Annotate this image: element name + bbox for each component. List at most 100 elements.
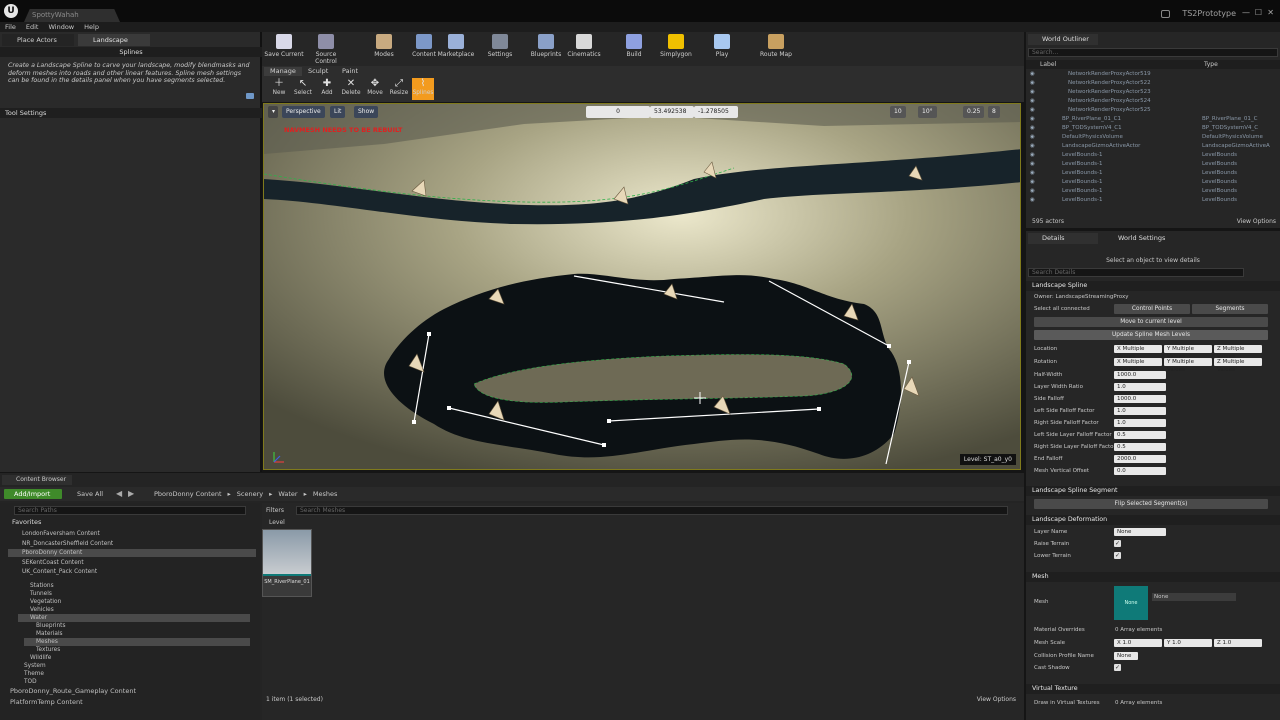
- menu-help[interactable]: Help: [84, 22, 99, 32]
- prop-value-field[interactable]: 1.0: [1114, 383, 1166, 391]
- toolbar-button-9[interactable]: Simplygon: [654, 34, 698, 64]
- favorite-item[interactable]: LondonFaversham Content: [8, 530, 256, 538]
- visibility-eye-icon[interactable]: ◉: [1030, 187, 1035, 196]
- document-tab[interactable]: SpottyWahah: [24, 9, 120, 22]
- show-button[interactable]: Show: [354, 106, 379, 118]
- lower-terrain-checkbox[interactable]: ✓: [1114, 552, 1121, 559]
- breadcrumb-meshes[interactable]: Meshes: [313, 490, 338, 498]
- help-icon[interactable]: [246, 93, 254, 99]
- visibility-eye-icon[interactable]: ◉: [1030, 169, 1035, 178]
- folder-item[interactable]: Textures: [24, 646, 250, 654]
- visibility-eye-icon[interactable]: ◉: [1030, 70, 1035, 79]
- visibility-eye-icon[interactable]: ◉: [1030, 106, 1035, 115]
- breadcrumb-scenery[interactable]: Scenery: [237, 490, 263, 498]
- rotation-x-field[interactable]: X Multiple Values: [1114, 358, 1162, 373]
- virtual-texture-section[interactable]: Virtual Texture: [1026, 684, 1280, 694]
- toolbar-button-1[interactable]: Source Control: [304, 34, 348, 65]
- save-all-button[interactable]: Save All: [76, 489, 103, 499]
- visibility-eye-icon[interactable]: ◉: [1030, 88, 1035, 97]
- outliner-row[interactable]: ◉ BP_RiverPlane_01_C1 BP_RiverPlane_01_C: [1026, 115, 1274, 124]
- location-y-field[interactable]: Y Multiple Values: [1164, 345, 1212, 360]
- tool-splines[interactable]: ⌇ Splines: [412, 78, 434, 100]
- cast-shadow-checkbox[interactable]: ✓: [1114, 664, 1121, 671]
- visibility-eye-icon[interactable]: ◉: [1030, 115, 1035, 124]
- outliner-row[interactable]: ◉ LandscapeGizmoActiveActor LandscapeGizmo…: [1026, 142, 1274, 151]
- visibility-eye-icon[interactable]: ◉: [1030, 124, 1035, 133]
- favorite-item[interactable]: SEKentCoast Content: [8, 559, 256, 567]
- toolbar-button-4[interactable]: Marketplace: [434, 34, 478, 64]
- folder-item[interactable]: Theme: [12, 670, 250, 678]
- mesh-dropdown[interactable]: None: [1152, 593, 1236, 601]
- tab-landscape[interactable]: Landscape: [78, 34, 150, 46]
- outliner-row[interactable]: ◉ NetworkRenderProxyActor524: [1026, 97, 1274, 106]
- visibility-eye-icon[interactable]: ◉: [1030, 196, 1035, 205]
- outliner-row[interactable]: ◉ NetworkRenderProxyActor522: [1026, 79, 1274, 88]
- mesh-thumbnail[interactable]: None: [1114, 586, 1148, 620]
- perspective-button[interactable]: Perspective: [282, 106, 325, 118]
- tab-details[interactable]: Details: [1028, 233, 1098, 244]
- flip-segment-button[interactable]: Flip Selected Segment(s): [1034, 499, 1268, 509]
- level-viewport[interactable]: ▾ Perspective Lit Show 0 53.492538 -1.27…: [263, 103, 1021, 470]
- visibility-eye-icon[interactable]: ◉: [1030, 160, 1035, 169]
- mesh-scale-x[interactable]: X 1.0: [1114, 639, 1162, 647]
- folder-item[interactable]: Vegetation: [18, 598, 250, 606]
- tab-place-actors[interactable]: Place Actors: [2, 34, 74, 46]
- rotation-y-field[interactable]: Y Multiple Values: [1164, 358, 1212, 373]
- tool-add[interactable]: ✚ Add: [316, 78, 338, 100]
- toolbar-button-7[interactable]: Cinematics: [562, 34, 606, 64]
- scale-snap-value[interactable]: 0.25: [963, 106, 985, 118]
- asset-view-options[interactable]: View Options: [977, 696, 1016, 703]
- visibility-eye-icon[interactable]: ◉: [1030, 151, 1035, 160]
- outliner-row[interactable]: ◉ LevelBounds-1 LevelBounds: [1026, 169, 1274, 178]
- lit-button[interactable]: Lit: [330, 106, 346, 118]
- folder-item[interactable]: Meshes: [24, 638, 250, 646]
- prop-value-field[interactable]: 0.5: [1114, 443, 1166, 451]
- collision-profile-field[interactable]: None: [1114, 652, 1138, 660]
- control-points-button[interactable]: Control Points: [1114, 304, 1190, 314]
- close-icon[interactable]: ✕: [1267, 8, 1274, 17]
- details-search-input[interactable]: Search Details: [1028, 268, 1244, 277]
- grid-snap-value[interactable]: 10: [890, 106, 906, 118]
- favorite-item[interactable]: NR_DoncasterSheffield Content: [8, 540, 256, 548]
- move-to-current-level-button[interactable]: Move to current level: [1034, 317, 1268, 327]
- minimize-icon[interactable]: —: [1242, 8, 1250, 17]
- outliner-row[interactable]: ◉ NetworkRenderProxyActor525: [1026, 106, 1274, 115]
- mesh-scale-y[interactable]: Y 1.0: [1164, 639, 1212, 647]
- tab-content-browser[interactable]: Content Browser: [2, 475, 72, 485]
- landscape-spline-section[interactable]: Landscape Spline: [1026, 281, 1280, 291]
- tool-resize[interactable]: ⤢ Resize: [388, 78, 410, 100]
- outliner-view-options[interactable]: View Options: [1237, 218, 1276, 225]
- visibility-eye-icon[interactable]: ◉: [1030, 79, 1035, 88]
- menu-file[interactable]: File: [5, 22, 16, 32]
- outliner-row[interactable]: ◉ LevelBounds-1 LevelBounds: [1026, 187, 1274, 196]
- favorite-item[interactable]: PboroDonny Content: [8, 549, 256, 557]
- favorites-header[interactable]: Favorites: [12, 518, 41, 526]
- type-column-header[interactable]: Type: [1204, 61, 1218, 68]
- viewport-menu-icon[interactable]: ▾: [268, 106, 278, 118]
- visibility-eye-icon[interactable]: ◉: [1030, 97, 1035, 106]
- folder-item[interactable]: Water: [18, 614, 250, 622]
- camera-speed-value[interactable]: 8: [988, 106, 1000, 118]
- folder-item[interactable]: Blueprints: [24, 622, 250, 630]
- landscape-deformation-section[interactable]: Landscape Deformation: [1026, 515, 1280, 525]
- outliner-row[interactable]: ◉ NetworkRenderProxyActor519: [1026, 70, 1274, 79]
- folder-item[interactable]: Materials: [24, 630, 250, 638]
- tool-move[interactable]: ✥ Move: [364, 78, 386, 100]
- coord-z-field[interactable]: -1.278505: [694, 106, 738, 118]
- add-import-button[interactable]: Add/Import: [4, 489, 62, 499]
- breadcrumb-root[interactable]: PboroDonny Content: [154, 490, 222, 498]
- outliner-row[interactable]: ◉ LevelBounds-1 LevelBounds: [1026, 196, 1274, 205]
- outliner-row[interactable]: ◉ BP_TODSystemV4_C1 BP_TODSystemV4_C: [1026, 124, 1274, 133]
- spline-segment-section[interactable]: Landscape Spline Segment: [1026, 486, 1280, 496]
- toolbar-button-10[interactable]: Play: [700, 34, 744, 64]
- mesh-section[interactable]: Mesh: [1026, 572, 1280, 582]
- visibility-eye-icon[interactable]: ◉: [1030, 178, 1035, 187]
- prop-value-field[interactable]: 0.5: [1114, 431, 1166, 439]
- coord-y-field[interactable]: 53.492538: [650, 106, 694, 118]
- location-z-field[interactable]: Z Multiple Values: [1214, 345, 1262, 360]
- toolbar-button-11[interactable]: Route Map: [754, 34, 798, 64]
- prop-value-field[interactable]: 0.0: [1114, 467, 1166, 475]
- tab-manage[interactable]: Manage: [264, 67, 302, 76]
- tool-delete[interactable]: ✕ Delete: [340, 78, 362, 100]
- folder-item[interactable]: Tunnels: [18, 590, 250, 598]
